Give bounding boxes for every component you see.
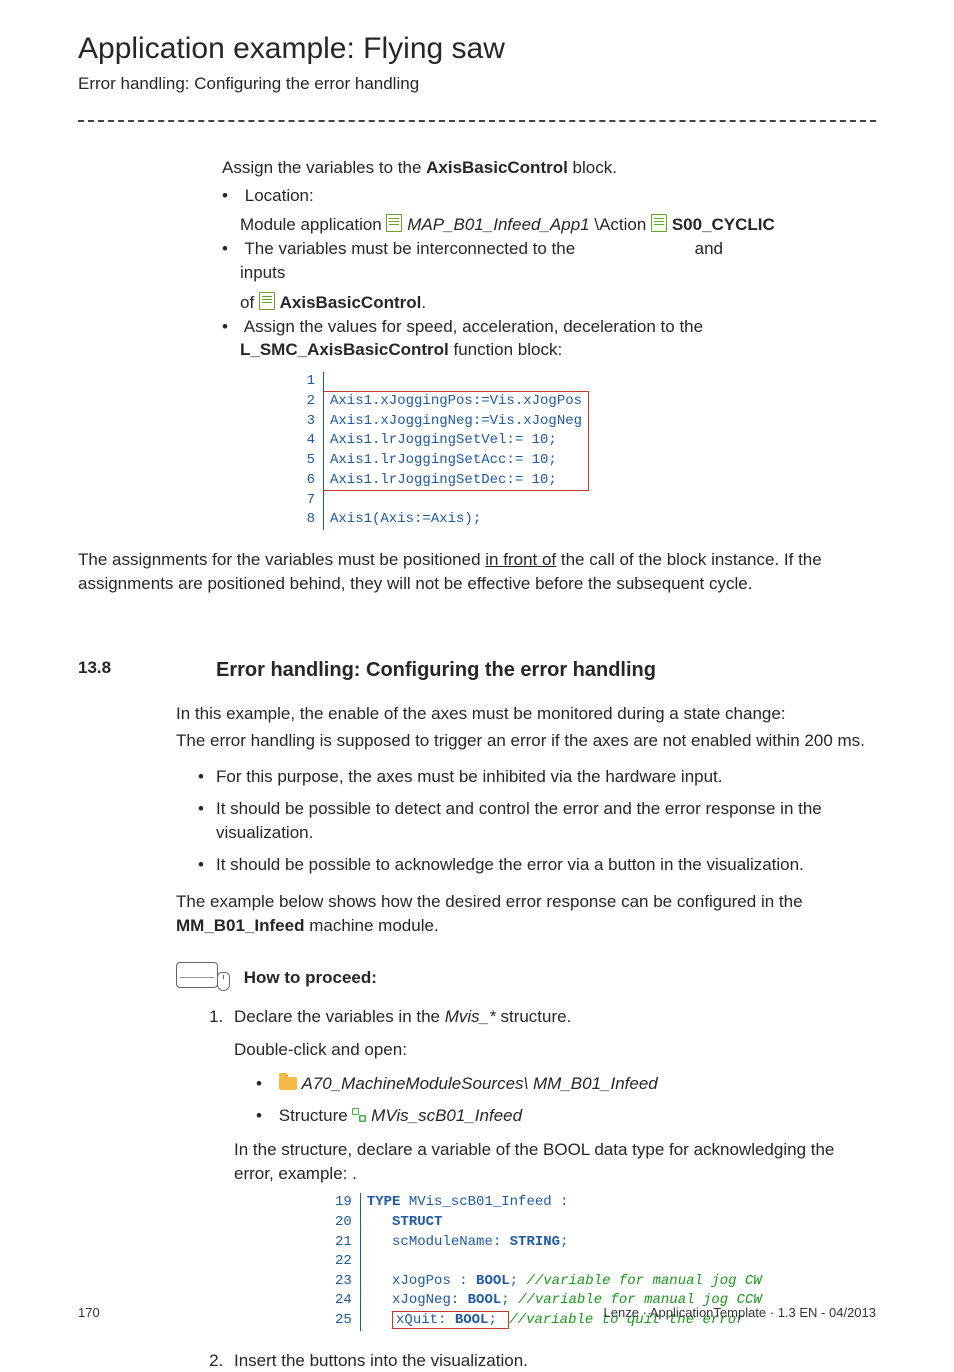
location-path: Module application MAP_B01_Infeed_App1 \… <box>240 213 876 237</box>
sec-para-3: The example below shows how the desired … <box>176 890 876 938</box>
document-icon <box>259 292 275 310</box>
bullet-location: Location: Module application MAP_B01_Inf… <box>222 184 876 238</box>
step-2: Insert the buttons into the visualizatio… <box>228 1349 876 1372</box>
code-block-1: 1 2Axis1.xJoggingPos:=Vis.xJogPos 3Axis1… <box>297 372 657 530</box>
keyboard-icon <box>176 962 218 988</box>
bullet-interconnect: The variables must be interconnected to … <box>222 237 876 314</box>
assign-intro: Assign the variables to the AxisBasicCon… <box>222 156 876 180</box>
page-number: 170 <box>78 1304 100 1322</box>
footer-right: Lenze · ApplicationTemplate · 1.3 EN - 0… <box>604 1304 876 1322</box>
sec-bullet: For this purpose, the axes must be inhib… <box>198 765 876 789</box>
struct-icon <box>352 1108 366 1122</box>
section-title: Error handling: Configuring the error ha… <box>216 656 656 684</box>
path-item: A70_MachineModuleSources\ MM_B01_Infeed <box>256 1072 876 1096</box>
folder-icon <box>279 1077 297 1090</box>
mouse-icon <box>217 972 230 991</box>
sec-para-2: The error handling is supposed to trigge… <box>176 729 876 753</box>
sec-bullet: It should be possible to detect and cont… <box>198 797 876 845</box>
section-number: 13.8 <box>78 656 176 684</box>
document-icon <box>651 214 667 232</box>
page-footer: 170 Lenze · ApplicationTemplate · 1.3 EN… <box>78 1304 876 1322</box>
page-subtitle: Error handling: Configuring the error ha… <box>78 72 876 96</box>
sec-para-1: In this example, the enable of the axes … <box>176 702 876 726</box>
header-divider <box>78 120 876 122</box>
bullet-assign-values: Assign the values for speed, acceleratio… <box>222 315 876 363</box>
sec-bullet: It should be possible to acknowledge the… <box>198 853 876 877</box>
page-title: Application example: Flying saw <box>78 28 876 70</box>
section-heading: 13.8 Error handling: Configuring the err… <box>78 656 876 684</box>
path-item: Structure MVis_scB01_Infeed <box>256 1104 876 1128</box>
step-1: Declare the variables in the Mvis_* stru… <box>228 1005 876 1331</box>
document-icon <box>386 214 402 232</box>
how-to-proceed-heading: How to proceed: <box>176 962 876 995</box>
note-positioning: The assignments for the variables must b… <box>78 548 876 596</box>
